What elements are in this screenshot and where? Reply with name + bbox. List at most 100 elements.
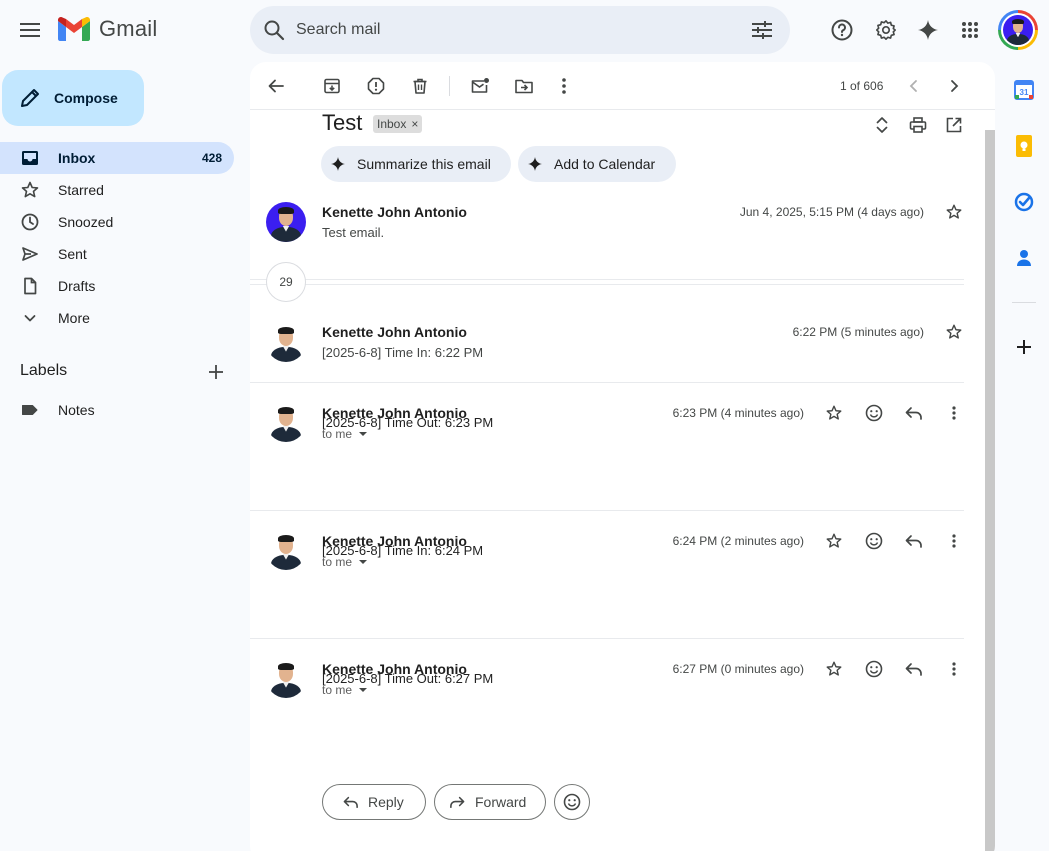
react-with-emoji-button[interactable] bbox=[554, 784, 590, 820]
open-external-icon bbox=[946, 117, 962, 133]
sidebar-item-starred[interactable]: Starred bbox=[0, 174, 234, 206]
email-subject: Test bbox=[322, 110, 363, 135]
sender-name: Kenette John Antonio bbox=[322, 324, 467, 340]
star-button[interactable] bbox=[940, 198, 968, 226]
sidebar-item-label-notes[interactable]: Notes bbox=[0, 394, 234, 426]
gemini-button[interactable] bbox=[908, 10, 948, 50]
add-to-calendar-button[interactable]: Add to Calendar bbox=[518, 146, 676, 182]
chevron-right-icon bbox=[951, 80, 959, 92]
reply-icon bbox=[343, 796, 358, 809]
reply-icon bbox=[905, 535, 922, 548]
older-button[interactable] bbox=[934, 66, 974, 106]
message-more-button[interactable] bbox=[940, 527, 968, 555]
search-bar[interactable] bbox=[250, 6, 790, 54]
chevron-down-icon bbox=[359, 432, 368, 436]
sidebar-item-inbox[interactable]: Inbox 428 bbox=[0, 142, 234, 174]
add-reaction-button[interactable] bbox=[860, 527, 888, 555]
newer-button[interactable] bbox=[894, 66, 934, 106]
collapsed-messages-button[interactable]: 29 bbox=[266, 262, 306, 302]
trash-icon bbox=[413, 78, 427, 94]
file-icon bbox=[24, 277, 37, 295]
scrollbar[interactable] bbox=[985, 130, 995, 851]
sidebar-item-snoozed[interactable]: Snoozed bbox=[0, 206, 234, 238]
move-to-button[interactable] bbox=[504, 66, 544, 106]
message-timestamp: 6:23 PM (4 minutes ago) bbox=[672, 406, 804, 420]
open-in-new-window-button[interactable] bbox=[934, 105, 974, 145]
expand-all-button[interactable] bbox=[862, 105, 902, 145]
delete-button[interactable] bbox=[400, 66, 440, 106]
summarize-email-label: Summarize this email bbox=[357, 156, 491, 172]
calendar-app-button[interactable]: 31 bbox=[1008, 74, 1040, 106]
search-icon[interactable] bbox=[262, 18, 286, 42]
summarize-email-button[interactable]: Summarize this email bbox=[321, 146, 511, 182]
gear-icon bbox=[876, 20, 896, 40]
sidebar-item-label: Starred bbox=[58, 182, 104, 198]
chevron-down-icon bbox=[24, 315, 36, 322]
reply-button[interactable] bbox=[900, 527, 928, 555]
avatar bbox=[266, 322, 306, 362]
emoji-icon bbox=[563, 793, 581, 811]
message-body: [2025-6-8] Time Out: 6:23 PM bbox=[322, 415, 494, 430]
archive-button[interactable] bbox=[312, 66, 352, 106]
create-label-button[interactable] bbox=[196, 352, 236, 392]
help-button[interactable] bbox=[822, 10, 862, 50]
remove-label-button[interactable]: × bbox=[411, 117, 418, 131]
back-button[interactable] bbox=[256, 66, 296, 106]
calendar-icon: 31 bbox=[1014, 80, 1034, 100]
archive-icon bbox=[324, 78, 340, 94]
compose-label: Compose bbox=[54, 90, 118, 106]
forward-icon bbox=[450, 796, 465, 809]
forward-button[interactable]: Forward bbox=[434, 784, 546, 820]
message-more-button[interactable] bbox=[940, 399, 968, 427]
message-divider bbox=[250, 382, 964, 383]
pagination-text: 1 of 606 bbox=[840, 79, 884, 93]
print-button[interactable] bbox=[898, 105, 938, 145]
label-icon bbox=[22, 405, 38, 415]
more-vert-icon bbox=[952, 406, 956, 420]
message-timestamp: 6:27 PM (0 minutes ago) bbox=[672, 662, 804, 676]
compose-button[interactable]: Compose bbox=[2, 70, 144, 126]
apps-grid-icon bbox=[962, 22, 978, 38]
contacts-app-button[interactable] bbox=[1008, 242, 1040, 274]
get-add-ons-button[interactable] bbox=[1008, 331, 1040, 363]
add-reaction-button[interactable] bbox=[860, 399, 888, 427]
star-button[interactable] bbox=[820, 527, 848, 555]
message-expanded: Kenette John Antonio 6:24 PM (2 minutes … bbox=[250, 520, 965, 638]
star-button[interactable] bbox=[820, 655, 848, 683]
sidebar-item-sent[interactable]: Sent bbox=[0, 238, 234, 270]
message-collapsed[interactable]: Kenette John Antonio Test email. Jun 4, … bbox=[250, 190, 965, 250]
add-reaction-button[interactable] bbox=[860, 655, 888, 683]
report-spam-button[interactable] bbox=[356, 66, 396, 106]
keep-app-button[interactable] bbox=[1008, 130, 1040, 162]
message-more-button[interactable] bbox=[940, 655, 968, 683]
star-button[interactable] bbox=[940, 318, 968, 346]
sidebar-item-label: Snoozed bbox=[58, 214, 114, 230]
arrow-left-icon bbox=[268, 79, 284, 93]
settings-button[interactable] bbox=[866, 10, 906, 50]
tasks-app-button[interactable] bbox=[1008, 186, 1040, 218]
more-actions-button[interactable] bbox=[544, 66, 584, 106]
message-collapsed[interactable]: Kenette John Antonio [2025-6-8] Time In:… bbox=[250, 310, 965, 382]
chevron-left-icon bbox=[909, 80, 917, 92]
sidebar-item-more[interactable]: More bbox=[0, 302, 234, 334]
reply-button[interactable] bbox=[900, 655, 928, 683]
google-apps-button[interactable] bbox=[950, 10, 990, 50]
sidebar-item-drafts[interactable]: Drafts bbox=[0, 270, 234, 302]
filter-icon bbox=[752, 21, 772, 39]
message-divider bbox=[250, 638, 964, 639]
gmail-logo[interactable]: Gmail bbox=[58, 16, 157, 42]
keep-icon bbox=[1016, 135, 1032, 157]
mark-unread-button[interactable] bbox=[460, 66, 500, 106]
search-options-button[interactable] bbox=[742, 10, 782, 50]
label-chip[interactable]: Inbox × bbox=[373, 115, 423, 133]
main-menu-button[interactable] bbox=[10, 10, 50, 50]
reply-button[interactable] bbox=[900, 399, 928, 427]
unread-count-badge: 428 bbox=[201, 151, 222, 165]
sparkle-icon bbox=[331, 157, 345, 171]
report-icon bbox=[367, 77, 385, 95]
search-input[interactable] bbox=[296, 21, 716, 39]
message-expanded: Kenette John Antonio 6:23 PM (4 minutes … bbox=[250, 392, 965, 510]
account-avatar-button[interactable] bbox=[998, 10, 1038, 50]
star-button[interactable] bbox=[820, 399, 848, 427]
reply-button-bottom[interactable]: Reply bbox=[322, 784, 426, 820]
